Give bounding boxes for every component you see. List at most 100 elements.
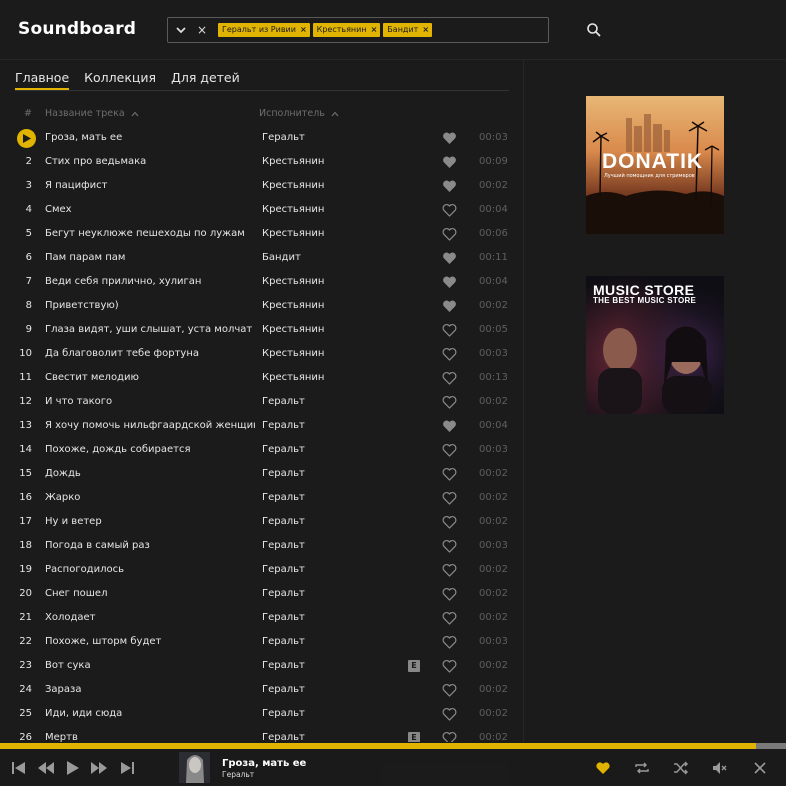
heart-icon[interactable] <box>442 563 457 577</box>
heart-icon[interactable] <box>442 491 457 505</box>
track-artist[interactable]: Геральт <box>262 588 305 599</box>
tab-collection[interactable]: Коллекция <box>84 68 156 90</box>
track-row[interactable]: 19 Распогодилось Геральт 00:02 <box>0 559 520 583</box>
heart-icon[interactable] <box>442 395 457 409</box>
track-artist[interactable]: Крестьянин <box>262 372 324 383</box>
repeat-icon[interactable] <box>634 761 650 775</box>
track-artist[interactable]: Геральт <box>262 444 305 455</box>
track-row[interactable]: Гроза, мать ее Геральт 00:03 <box>0 127 520 151</box>
track-row[interactable]: 2 Стих про ведьмака Крестьянин 00:09 <box>0 151 520 175</box>
chevron-down-icon[interactable] <box>174 22 188 38</box>
track-row[interactable]: 22 Похоже, шторм будет Геральт 00:03 <box>0 631 520 655</box>
track-row[interactable]: 16 Жарко Геральт 00:02 <box>0 487 520 511</box>
skip-start-icon[interactable] <box>11 761 27 775</box>
heart-icon[interactable] <box>442 587 457 601</box>
track-row[interactable]: 15 Дождь Геральт 00:02 <box>0 463 520 487</box>
track-row[interactable]: 5 Бегут неуклюже пешеходы по лужам Крестья… <box>0 223 520 247</box>
play-button[interactable] <box>17 129 36 148</box>
heart-icon[interactable] <box>442 659 457 673</box>
track-artist[interactable]: Геральт <box>262 564 305 575</box>
rewind-icon[interactable] <box>37 761 55 775</box>
heart-icon[interactable] <box>442 251 457 265</box>
track-row[interactable]: 20 Снег пошел Геральт 00:02 <box>0 583 520 607</box>
track-artist[interactable]: Геральт <box>262 732 305 742</box>
heart-icon[interactable] <box>442 515 457 529</box>
heart-icon[interactable] <box>442 371 457 385</box>
heart-icon[interactable] <box>442 275 457 289</box>
close-icon[interactable] <box>752 761 768 775</box>
column-header-title[interactable]: Название трека <box>45 108 139 119</box>
play-icon[interactable] <box>65 761 81 775</box>
heart-icon[interactable] <box>442 203 457 217</box>
track-row[interactable]: 17 Ну и ветер Геральт 00:02 <box>0 511 520 535</box>
ad-banner-donatik[interactable]: DONATIK Лучший помощник для стримеров <box>586 96 724 234</box>
volume-icon[interactable] <box>712 761 728 775</box>
column-header-artist[interactable]: Исполнитель <box>259 108 339 119</box>
track-row[interactable]: 24 Зараза Геральт 00:02 <box>0 679 520 703</box>
heart-icon[interactable] <box>442 227 457 241</box>
heart-icon[interactable] <box>442 683 457 697</box>
track-artist[interactable]: Геральт <box>262 420 305 431</box>
heart-icon[interactable] <box>442 443 457 457</box>
app-logo[interactable]: Soundboard <box>18 19 136 39</box>
heart-icon[interactable] <box>442 731 457 742</box>
track-row[interactable]: 7 Веди себя прилично, хулиган Крестьянин 00… <box>0 271 520 295</box>
track-artist[interactable]: Крестьянин <box>262 300 324 311</box>
heart-icon[interactable] <box>442 347 457 361</box>
track-artist[interactable]: Крестьянин <box>262 156 324 167</box>
track-row[interactable]: 4 Смех Крестьянин 00:04 <box>0 199 520 223</box>
heart-icon[interactable] <box>442 323 457 337</box>
skip-end-icon[interactable] <box>119 761 135 775</box>
track-row[interactable]: 13 Я хочу помочь нильфгаардской женщине Ге… <box>0 415 520 439</box>
track-row[interactable]: 11 Свестит мелодию Крестьянин 00:13 <box>0 367 520 391</box>
chip-remove-icon[interactable]: × <box>300 23 307 37</box>
track-row[interactable]: 9 Глаза видят, уши слышат, уста молчат Кре… <box>0 319 520 343</box>
track-artist[interactable]: Крестьянин <box>262 228 324 239</box>
heart-icon[interactable] <box>595 761 611 775</box>
heart-icon[interactable] <box>442 635 457 649</box>
track-row[interactable]: 25 Иди, иди сюда Геральт 00:02 <box>0 703 520 727</box>
track-row[interactable]: 10 Да благоволит тебе фортуна Крестьянин 00… <box>0 343 520 367</box>
track-artist[interactable]: Геральт <box>262 660 305 671</box>
track-artist[interactable]: Геральт <box>262 708 305 719</box>
heart-icon[interactable] <box>442 419 457 433</box>
track-row[interactable]: 14 Похоже, дождь собирается Геральт 00:03 <box>0 439 520 463</box>
track-row[interactable]: 21 Холодает Геральт 00:02 <box>0 607 520 631</box>
track-artist[interactable]: Геральт <box>262 132 305 143</box>
ad-banner-music-store[interactable]: MUSIC STORE THE BEST MUSIC STORE <box>586 276 724 414</box>
track-artist[interactable]: Геральт <box>262 492 305 503</box>
heart-icon[interactable] <box>442 131 457 145</box>
track-row[interactable]: 23 Вот сука Геральт E 00:02 <box>0 655 520 679</box>
track-row[interactable]: 26 Мертв Геральт E 00:02 <box>0 727 520 742</box>
track-row[interactable]: 18 Погода в самый раз Геральт 00:03 <box>0 535 520 559</box>
chip-remove-icon[interactable]: × <box>422 23 429 37</box>
track-artist[interactable]: Геральт <box>262 468 305 479</box>
track-artist[interactable]: Крестьянин <box>262 180 324 191</box>
track-artist[interactable]: Геральт <box>262 636 305 647</box>
heart-icon[interactable] <box>442 707 457 721</box>
heart-icon[interactable] <box>442 299 457 313</box>
chip-remove-icon[interactable]: × <box>371 23 378 37</box>
track-artist[interactable]: Геральт <box>262 396 305 407</box>
track-row[interactable]: 3 Я пацифист Крестьянин 00:02 <box>0 175 520 199</box>
heart-icon[interactable] <box>442 611 457 625</box>
track-row[interactable]: 6 Пам парам пам Бандит 00:11 <box>0 247 520 271</box>
track-row[interactable]: 12 И что такого Геральт 00:02 <box>0 391 520 415</box>
track-artist[interactable]: Бандит <box>262 252 301 263</box>
track-artist[interactable]: Геральт <box>262 612 305 623</box>
track-artist[interactable]: Геральт <box>262 516 305 527</box>
track-artist[interactable]: Крестьянин <box>262 348 324 359</box>
track-artist[interactable]: Геральт <box>262 684 305 695</box>
tab-main[interactable]: Главное <box>15 68 70 90</box>
track-artist[interactable]: Крестьянин <box>262 276 324 287</box>
shuffle-icon[interactable] <box>673 761 689 775</box>
track-row[interactable]: 8 Приветствую) Крестьянин 00:02 <box>0 295 520 319</box>
track-artist[interactable]: Крестьянин <box>262 204 324 215</box>
artist-filter-input[interactable]: × Геральт из Ривии × Крестьянин × Бандит… <box>167 17 549 43</box>
clear-icon[interactable]: × <box>196 21 208 37</box>
heart-icon[interactable] <box>442 155 457 169</box>
track-artist[interactable]: Геральт <box>262 540 305 551</box>
heart-icon[interactable] <box>442 539 457 553</box>
heart-icon[interactable] <box>442 467 457 481</box>
track-artist[interactable]: Крестьянин <box>262 324 324 335</box>
